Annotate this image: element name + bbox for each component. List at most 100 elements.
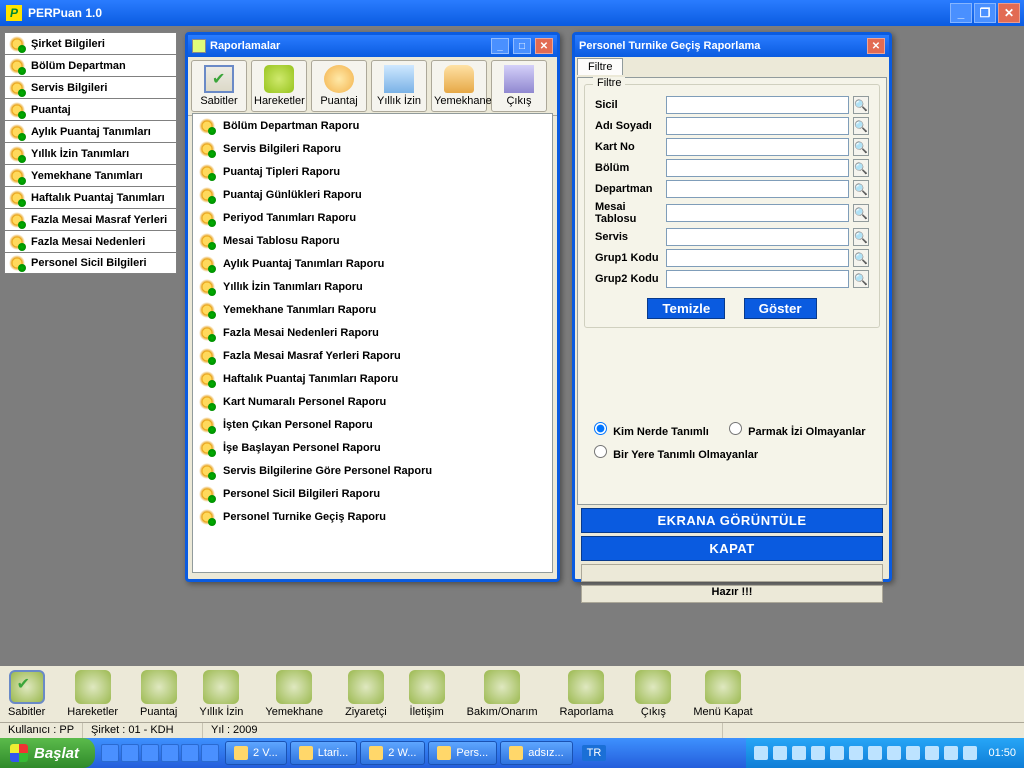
lookup-button[interactable]: 🔍: [853, 159, 869, 177]
report-item[interactable]: Kart Numaralı Personel Raporu: [193, 390, 552, 413]
report-item[interactable]: Puantaj Tipleri Raporu: [193, 160, 552, 183]
show-button[interactable]: Göster: [744, 298, 817, 319]
report-item[interactable]: Personel Turnike Geçiş Raporu: [193, 505, 552, 528]
field-input[interactable]: [666, 204, 849, 222]
sidebar-item[interactable]: Aylık Puantaj Tanımları: [4, 120, 177, 142]
taskbar-task[interactable]: adsız...: [500, 741, 572, 765]
tab-filtre[interactable]: Filtre: [577, 58, 623, 75]
report-item[interactable]: İşe Başlayan Personel Raporu: [193, 436, 552, 459]
sidebar-item[interactable]: Bölüm Departman: [4, 54, 177, 76]
app-tool-button[interactable]: Çıkış: [635, 670, 671, 718]
radio-parmak-izi[interactable]: [729, 422, 742, 435]
report-item[interactable]: Periyod Tanımları Raporu: [193, 206, 552, 229]
tray-icon[interactable]: [830, 746, 844, 760]
lookup-button[interactable]: 🔍: [853, 138, 869, 156]
radio-kim-nerde[interactable]: [594, 422, 607, 435]
report-item[interactable]: İşten Çıkan Personel Raporu: [193, 413, 552, 436]
field-input[interactable]: [666, 117, 849, 135]
tray-icon[interactable]: [792, 746, 806, 760]
rapor-maximize[interactable]: □: [513, 38, 531, 54]
app-tool-button[interactable]: İletişim: [409, 670, 445, 718]
lookup-button[interactable]: 🔍: [853, 96, 869, 114]
report-item[interactable]: Haftalık Puantaj Tanımları Raporu: [193, 367, 552, 390]
view-button[interactable]: EKRANA GÖRÜNTÜLE: [581, 508, 883, 533]
app-tool-button[interactable]: Menü Kapat: [693, 670, 752, 718]
radio-bir-yere[interactable]: [594, 445, 607, 458]
radio-row[interactable]: Parmak İzi Olmayanlar: [724, 426, 865, 438]
ql-icon[interactable]: [181, 744, 199, 762]
report-item[interactable]: Puantaj Günlükleri Raporu: [193, 183, 552, 206]
clock[interactable]: 01:50: [988, 747, 1016, 759]
ql-icon[interactable]: [161, 744, 179, 762]
report-item[interactable]: Mesai Tablosu Raporu: [193, 229, 552, 252]
tray-icon[interactable]: [754, 746, 768, 760]
toolbar-button[interactable]: Çıkış: [491, 60, 547, 112]
sidebar-item[interactable]: Puantaj: [4, 98, 177, 120]
report-item[interactable]: Fazla Mesai Nedenleri Raporu: [193, 321, 552, 344]
app-tool-button[interactable]: Raporlama: [560, 670, 614, 718]
filter-close[interactable]: ✕: [867, 38, 885, 54]
tray-icon[interactable]: [868, 746, 882, 760]
report-item[interactable]: Bölüm Departman Raporu: [193, 114, 552, 137]
report-item[interactable]: Servis Bilgilerine Göre Personel Raporu: [193, 459, 552, 482]
toolbar-button[interactable]: Puantaj: [311, 60, 367, 112]
taskbar-task[interactable]: Pers...: [428, 741, 497, 765]
tray-icon[interactable]: [773, 746, 787, 760]
sidebar-item[interactable]: Şirket Bilgileri: [4, 32, 177, 54]
close-button[interactable]: ✕: [998, 3, 1020, 23]
app-tool-button[interactable]: Yıllık İzin: [199, 670, 243, 718]
taskbar-task[interactable]: 2 V...: [225, 741, 287, 765]
sidebar-item[interactable]: Personel Sicil Bilgileri: [4, 252, 177, 274]
app-tool-button[interactable]: Puantaj: [140, 670, 177, 718]
toolbar-button[interactable]: Sabitler: [191, 60, 247, 112]
clear-button[interactable]: Temizle: [647, 298, 725, 319]
taskbar-task[interactable]: 2 W...: [360, 741, 425, 765]
language-indicator[interactable]: TR: [582, 745, 607, 761]
app-tool-button[interactable]: Bakım/Onarım: [467, 670, 538, 718]
rapor-list[interactable]: Bölüm Departman RaporuServis Bilgileri R…: [192, 113, 553, 573]
report-item[interactable]: Yıllık İzin Tanımları Raporu: [193, 275, 552, 298]
field-input[interactable]: [666, 228, 849, 246]
tray-icon[interactable]: [887, 746, 901, 760]
lookup-button[interactable]: 🔍: [853, 180, 869, 198]
start-button[interactable]: Başlat: [0, 738, 95, 768]
sidebar-item[interactable]: Yıllık İzin Tanımları: [4, 142, 177, 164]
toolbar-button[interactable]: Hareketler: [251, 60, 307, 112]
toolbar-button[interactable]: Yemekhane: [431, 60, 487, 112]
sidebar-item[interactable]: Fazla Mesai Masraf Yerleri: [4, 208, 177, 230]
field-input[interactable]: [666, 138, 849, 156]
sidebar-item[interactable]: Yemekhane Tanımları: [4, 164, 177, 186]
toolbar-button[interactable]: Yıllık İzin: [371, 60, 427, 112]
report-item[interactable]: Personel Sicil Bilgileri Raporu: [193, 482, 552, 505]
field-input[interactable]: [666, 96, 849, 114]
field-input[interactable]: [666, 270, 849, 288]
app-tool-button[interactable]: Yemekhane: [265, 670, 323, 718]
maximize-button[interactable]: ❐: [974, 3, 996, 23]
raporlamalar-titlebar[interactable]: Raporlamalar _ □ ✕: [188, 35, 557, 57]
tray-icon[interactable]: [849, 746, 863, 760]
report-item[interactable]: Fazla Mesai Masraf Yerleri Raporu: [193, 344, 552, 367]
ql-icon[interactable]: [201, 744, 219, 762]
rapor-close[interactable]: ✕: [535, 38, 553, 54]
lookup-button[interactable]: 🔍: [853, 204, 869, 222]
field-input[interactable]: [666, 159, 849, 177]
app-tool-button[interactable]: Hareketler: [67, 670, 118, 718]
ql-icon[interactable]: [121, 744, 139, 762]
report-item[interactable]: Servis Bilgileri Raporu: [193, 137, 552, 160]
ql-icon[interactable]: [101, 744, 119, 762]
radio-row[interactable]: Kim Nerde Tanımlı: [589, 426, 709, 438]
lookup-button[interactable]: 🔍: [853, 117, 869, 135]
lookup-button[interactable]: 🔍: [853, 270, 869, 288]
tray-icon[interactable]: [925, 746, 939, 760]
report-item[interactable]: Aylık Puantaj Tanımları Raporu: [193, 252, 552, 275]
close-button-form[interactable]: KAPAT: [581, 536, 883, 561]
lookup-button[interactable]: 🔍: [853, 249, 869, 267]
app-tool-button[interactable]: Sabitler: [8, 670, 45, 718]
tray-icon[interactable]: [811, 746, 825, 760]
sidebar-item[interactable]: Fazla Mesai Nedenleri: [4, 230, 177, 252]
tray-icon[interactable]: [963, 746, 977, 760]
sidebar-item[interactable]: Haftalık Puantaj Tanımları: [4, 186, 177, 208]
field-input[interactable]: [666, 249, 849, 267]
field-input[interactable]: [666, 180, 849, 198]
rapor-minimize[interactable]: _: [491, 38, 509, 54]
